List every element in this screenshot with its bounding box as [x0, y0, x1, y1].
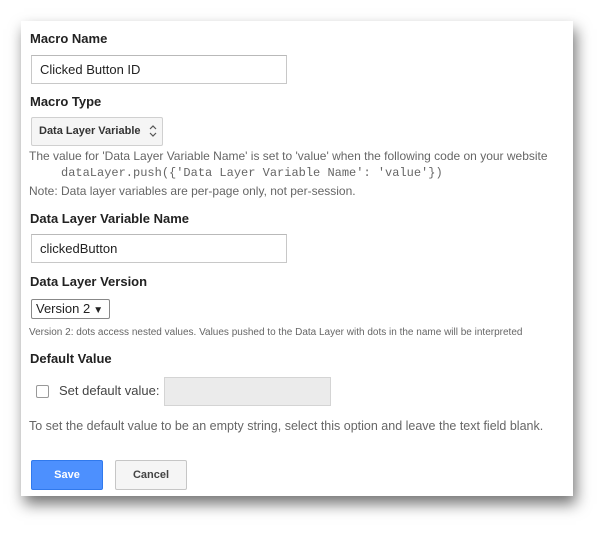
up-down-chevron-icon: [149, 125, 156, 137]
default-value-hint: To set the default value to be an empty …: [29, 419, 544, 433]
macro-name-input[interactable]: Clicked Button ID: [31, 55, 287, 84]
dlv-name-heading: Data Layer Variable Name: [30, 211, 189, 226]
macro-editor-panel: Macro Name Clicked Button ID Macro Type …: [21, 21, 573, 496]
default-value-input: [164, 377, 331, 406]
macro-type-description: The value for 'Data Layer Variable Name'…: [29, 149, 548, 163]
dropdown-arrow-icon: ▼: [93, 305, 104, 316]
dl-version-select[interactable]: Version 2 ▼: [31, 299, 111, 319]
default-value-heading: Default Value: [30, 351, 112, 366]
dlv-name-input[interactable]: clickedButton: [31, 234, 287, 263]
dl-version-description: Version 2: dots access nested values. Va…: [29, 327, 523, 338]
cancel-button[interactable]: Cancel: [115, 460, 187, 490]
dl-version-selected: Version 2: [36, 301, 91, 316]
macro-type-selected: Data Layer Variable: [39, 125, 141, 137]
save-button[interactable]: Save: [31, 460, 103, 490]
default-value-checkbox[interactable]: [36, 385, 49, 398]
macro-type-heading: Macro Type: [30, 94, 102, 109]
macro-name-heading: Macro Name: [30, 31, 108, 46]
default-value-checkbox-label: Set default value:: [59, 383, 160, 398]
datalayer-code-sample: dataLayer.push({'Data Layer Variable Nam…: [61, 166, 443, 180]
macro-type-select[interactable]: Data Layer Variable: [31, 117, 163, 146]
dl-version-heading: Data Layer Version: [30, 274, 148, 289]
macro-type-note: Note: Data layer variables are per-page …: [29, 184, 356, 198]
